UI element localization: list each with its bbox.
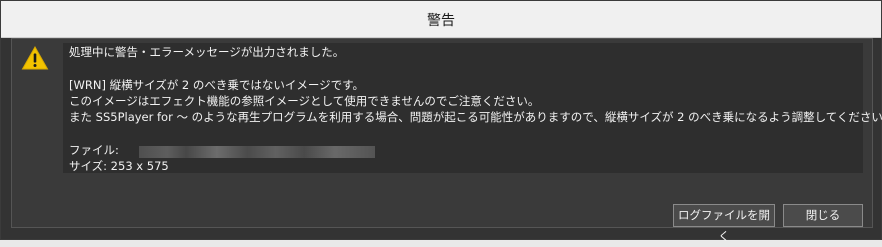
title-bar: 警告 bbox=[1, 1, 881, 38]
open-log-file-button[interactable]: ログファイルを開く bbox=[673, 204, 775, 243]
message-header: 処理中に警告・エラーメッセージが出力されました。 bbox=[69, 45, 345, 59]
dialog-title: 警告 bbox=[427, 13, 455, 29]
warning-dialog: 警告 処理中に警告・エラーメッセージが出力されました。 [WRN] 縦横サイズが… bbox=[0, 0, 882, 243]
size-text: サイズ: 253 x 575 bbox=[69, 159, 169, 173]
warning-icon bbox=[21, 45, 49, 70]
file-label: ファイル: bbox=[69, 143, 119, 157]
close-button[interactable]: 閉じる bbox=[783, 204, 863, 227]
note-line-1: このイメージはエフェクト機能の参照イメージとして使用できませんのでご注意ください… bbox=[69, 94, 540, 108]
note-line-2: また SS5Player for ～ のような再生プログラムを利用する場合、問題… bbox=[69, 110, 882, 124]
file-path-redacted bbox=[139, 146, 375, 158]
warning-line: [WRN] 縦横サイズが 2 のべき乗ではないイメージです。 bbox=[69, 78, 364, 92]
